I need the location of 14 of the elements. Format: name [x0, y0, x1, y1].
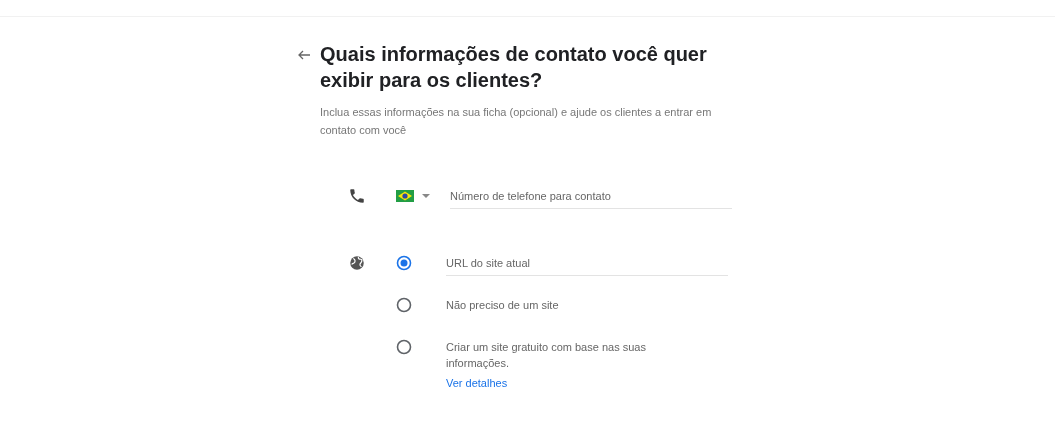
phone-field[interactable]: Número de telefone para contato [450, 183, 732, 209]
phone-icon [348, 187, 366, 205]
page-description: Inclua essas informações na sua ficha (opcional) e ajude os clientes a entrar em contato com você [320, 105, 713, 138]
caret-icon[interactable] [422, 193, 430, 199]
website-url-field[interactable]: URL do site atual [446, 251, 728, 276]
option-label: Não preciso de um site [446, 298, 560, 313]
option-label: Criar um site gratuito com base nas suas informações. [446, 340, 647, 371]
globe-icon [348, 254, 366, 272]
radio-button[interactable] [396, 297, 412, 313]
details-link[interactable]: Ver detalhes [446, 377, 706, 389]
flag-icon[interactable] [396, 190, 414, 202]
radio-button[interactable] [396, 339, 412, 355]
radio-button[interactable] [396, 255, 412, 271]
page-title: Quais informações de contato você quer exibir para os clientes? [320, 42, 708, 93]
